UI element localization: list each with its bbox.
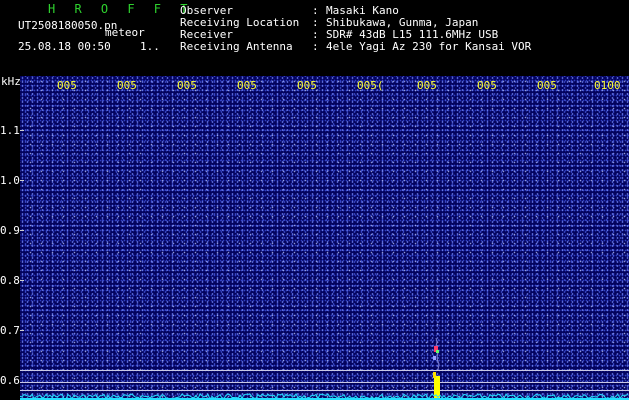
antenna-value: 4ele Yagi Az 230 for Kansai VOR [326, 40, 532, 53]
y-tick-label: 0.7 [0, 324, 20, 337]
filename-label: UT2508180050.pn [18, 19, 118, 32]
colon: : [312, 40, 319, 53]
header-panel: H R O F F T UT2508180050.pn meteor 25.08… [0, 0, 629, 76]
y-unit-label: kHz [1, 75, 21, 88]
index-label: 1.. [140, 40, 160, 53]
meteor-label: meteor [105, 26, 145, 39]
antenna-label: Receiving Antenna [180, 40, 293, 53]
timestamp-label: 25.08.18 00:50 [18, 40, 111, 53]
y-tick-label: 1.1 [0, 124, 20, 137]
meteor-echo-trace [433, 337, 440, 400]
frequency-axis: kHz 1.1 1.0 0.9 0.8 0.7 0.6 [0, 75, 21, 400]
y-tick-label: 0.9 [0, 224, 20, 237]
y-tick-label: 0.6 [0, 374, 20, 387]
noise-floor-trace [20, 393, 629, 400]
y-tick-label: 1.0 [0, 174, 20, 187]
app-title: H R O F F T [48, 2, 194, 16]
y-tick-label: 0.8 [0, 274, 20, 287]
spectrogram-waterfall[interactable]: 005 005 005 005 005 005( 005 005 005 010… [20, 76, 629, 400]
